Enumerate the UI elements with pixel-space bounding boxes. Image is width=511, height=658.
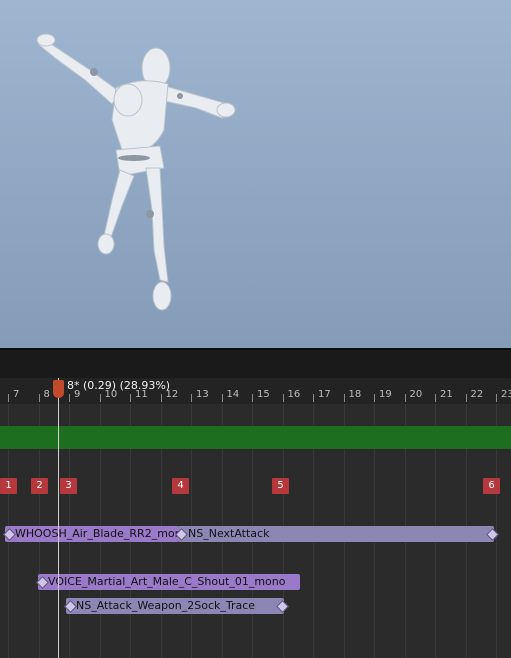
ruler-label-22: 22 [470,389,484,400]
ruler-label-23: 23 [501,389,511,400]
notify-voice[interactable]: VOICE_Martial_Art_Male_C_Shout_01_mono [38,574,300,590]
notify-next-attack[interactable]: NS_NextAttack [178,526,494,542]
ruler-tick [343,394,345,402]
mannequin-character [36,33,236,311]
ruler-tick [221,394,223,402]
ruler-tick [130,394,131,402]
notify-trace[interactable]: NS_Attack_Weapon_2Sock_Trace [66,598,284,614]
notify-label: VOICE_Martial_Art_Male_C_Shout_01_mono [48,575,286,588]
ruler-tick [69,394,70,402]
notify-label: NS_NextAttack [188,527,270,540]
animation-viewport[interactable] [0,0,511,348]
ruler-tick [496,394,497,402]
ruler-label-20: 20 [409,389,423,400]
ruler-tick [465,394,467,402]
section-marker-5[interactable]: 5 [272,478,289,494]
section-marker-3[interactable]: 3 [60,478,77,494]
ruler-tick [282,394,284,402]
ruler-tick [252,394,253,402]
panel-separator [0,348,511,380]
ruler-tick [374,394,375,402]
section-marker-6[interactable]: 6 [483,478,500,494]
ruler-tick [404,394,406,402]
ruler-label-7: 7 [13,389,20,400]
ruler-label-15: 15 [257,389,270,400]
animation-timeline[interactable]: 7 8 9 10 11 12 13 14 15 16 17 18 19 20 21 22 23 123456 N… [0,378,511,658]
notify-whoosh[interactable]: WHOOSH_Air_Blade_RR2_mono [5,526,179,542]
ruler-label-8: 8 [43,389,50,400]
frame-readout: 8* (0.29) (28.93%) [67,379,171,392]
ruler-label-21: 21 [440,389,453,400]
curve-track[interactable] [0,426,511,449]
ruler-label-17: 17 [318,389,331,400]
notify-label: NS_Attack_Weapon_2Sock_Trace [76,599,256,612]
ruler-tick [99,394,101,402]
ruler-tick [8,394,9,402]
ruler-label-13: 13 [196,389,209,400]
ruler-tick [38,394,40,402]
ruler-tick [160,394,162,402]
ruler-tick [313,394,314,402]
ruler-tick [191,394,192,402]
section-marker-2[interactable]: 2 [31,478,48,494]
ruler-label-14: 14 [226,389,240,400]
ruler-label-19: 19 [379,389,392,400]
section-marker-1[interactable]: 1 [0,478,17,494]
playhead-handle[interactable] [53,380,64,398]
ruler-label-16: 16 [287,389,301,400]
notify-label: WHOOSH_Air_Blade_RR2_mono [15,527,179,540]
section-marker-4[interactable]: 4 [172,478,189,494]
ruler-label-18: 18 [348,389,362,400]
playhead-line[interactable] [58,378,59,658]
ruler-tick [435,394,436,402]
